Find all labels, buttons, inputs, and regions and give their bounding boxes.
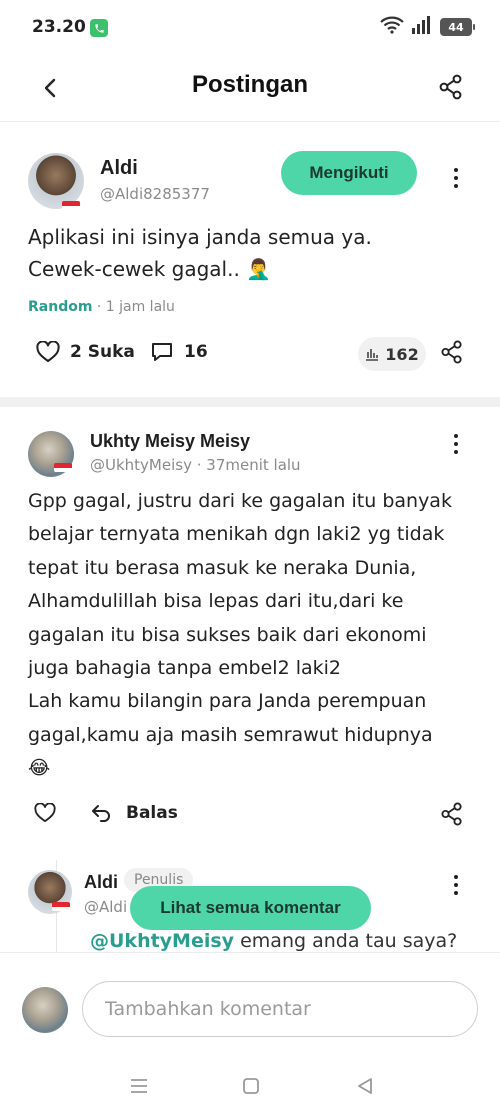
comment-share-button[interactable] [440, 801, 464, 831]
back-triangle-icon[interactable] [350, 1074, 380, 1098]
comment-card: Ukhty Meisy Meisy @UkhtyMeisy · 37menit … [0, 407, 500, 847]
post-more-options-icon[interactable] [446, 163, 466, 193]
reply-label: Balas [126, 803, 178, 823]
post-body: Aplikasi ini isinya janda semua ya. Cewe… [28, 221, 468, 285]
app-header: Postingan [0, 56, 500, 122]
wifi-icon [380, 16, 404, 38]
post-meta: Random · 1 jam lalu [28, 299, 175, 315]
reply-text: @UkhtyMeisy emang anda tau saya? [90, 930, 457, 952]
post-card: Aldi @Aldi8285377 Mengikuti Aplikasi ini… [0, 123, 500, 395]
comment-more-options-icon[interactable] [446, 429, 466, 459]
comment-author-meta: @UkhtyMeisy · 37menit lalu [90, 456, 301, 474]
home-icon[interactable] [236, 1074, 266, 1098]
comment-body: Gpp gagal, justru dari ke gagalan itu ba… [28, 485, 480, 786]
status-time: 23.20 [32, 17, 86, 37]
indonesia-flag-icon [62, 201, 80, 210]
reply-button[interactable]: Balas [90, 803, 178, 823]
share-button[interactable] [434, 70, 468, 104]
post-actions: 2 Suka 16 162 [28, 337, 472, 371]
comment-line: juga bahagia tanpa embel2 laki2 [28, 657, 341, 680]
like-count: 2 Suka [70, 342, 135, 362]
reply-text-body: emang anda tau saya? [234, 930, 458, 952]
following-button[interactable]: Mengikuti [281, 151, 417, 195]
comment-like-button[interactable] [34, 803, 56, 823]
comment-actions: Balas [28, 801, 472, 831]
comment-icon [152, 343, 172, 361]
reply-author-handle: @Aldi [84, 898, 128, 916]
battery-icon: 44 [440, 18, 475, 36]
views-count: 162 [385, 344, 419, 364]
menu-icon[interactable] [124, 1074, 154, 1098]
indonesia-flag-icon [54, 463, 72, 472]
post-author-name[interactable]: Aldi [100, 157, 138, 180]
signal-icon [411, 16, 433, 38]
post-author-handle: @Aldi8285377 [100, 185, 210, 203]
section-divider [0, 397, 500, 407]
post-body-line: Aplikasi ini isinya janda semua ya. [28, 225, 372, 249]
comment-line: Lah kamu bilangin para Janda perempuan [28, 690, 427, 713]
comment-line: 😂 [28, 757, 51, 780]
reply-arrow-icon [92, 805, 110, 822]
reply-author-name[interactable]: Aldi [84, 872, 118, 893]
post-body-line: Cewek-cewek gagal.. 🤦‍♂️ [28, 257, 272, 281]
comment-line: Gpp gagal, justru dari ke gagalan itu ba… [28, 490, 452, 512]
bar-chart-icon [366, 349, 379, 361]
like-button[interactable]: 2 Suka [36, 341, 135, 363]
mention-link[interactable]: @UkhtyMeisy [90, 930, 234, 952]
phone-call-icon [90, 19, 108, 37]
comment-line: Alhamdulillah bisa lepas dari itu,dari k… [28, 590, 404, 613]
comment-line: gagalan itu bisa sukses baik dari ekonom… [28, 623, 427, 646]
comment-author-name[interactable]: Ukhty Meisy Meisy [90, 431, 250, 452]
share-icon [441, 340, 462, 364]
share-icon [441, 802, 462, 826]
status-icons: 44 [380, 16, 475, 38]
page-title: Postingan [191, 71, 308, 98]
comment-composer [0, 952, 500, 1062]
comment-author-handle: @UkhtyMeisy [90, 456, 192, 474]
comment-count: 16 [184, 342, 208, 362]
indonesia-flag-icon [52, 902, 70, 911]
comment-line: gagal,kamu aja masih semrawut hidupnya [28, 723, 433, 746]
post-category-link[interactable]: Random [28, 299, 92, 315]
share-icon [439, 74, 462, 100]
see-all-comments-button[interactable]: Lihat semua komentar [130, 886, 371, 930]
reply-more-options-icon[interactable] [446, 870, 466, 900]
current-user-avatar [22, 987, 68, 1033]
status-bar: 23.20 44 [0, 0, 500, 56]
system-nav-bar [0, 1062, 500, 1114]
comment-time: · 37menit lalu [191, 456, 301, 474]
comment-line: tepat itu berasa masuk ke neraka Dunia, [28, 556, 417, 579]
comment-line: belajar ternyata menikah dgn laki2 yg ti… [28, 523, 445, 546]
comments-button[interactable]: 16 [150, 341, 208, 363]
heart-icon [34, 803, 56, 823]
heart-icon [36, 341, 60, 362]
comment-input[interactable] [82, 981, 478, 1037]
post-share-button[interactable] [440, 339, 464, 369]
views-badge: 162 [358, 337, 426, 371]
post-time: · 1 jam lalu [92, 299, 175, 315]
